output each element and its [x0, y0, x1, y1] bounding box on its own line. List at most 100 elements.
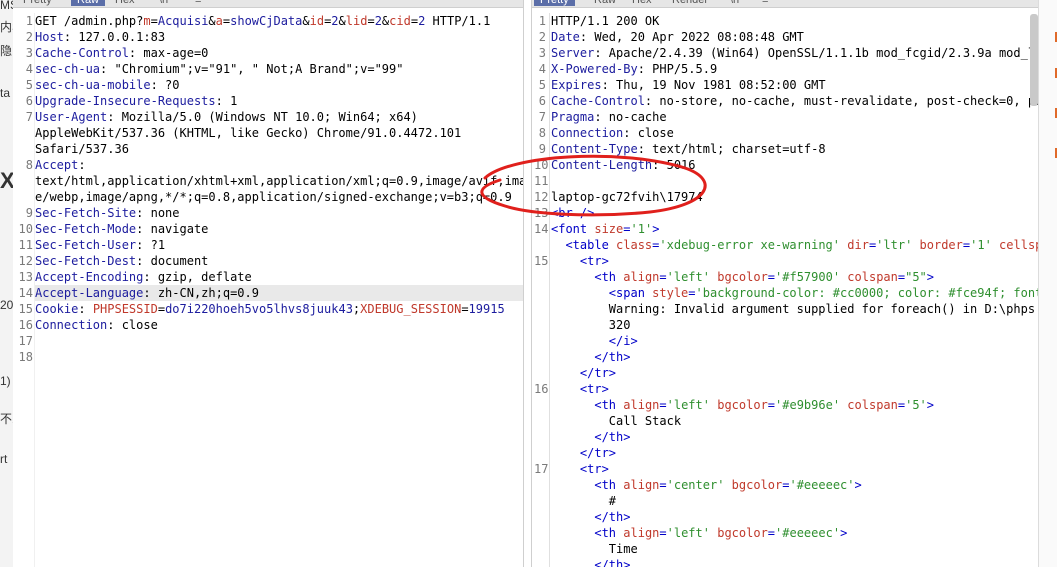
code-token: Accept — [35, 158, 79, 172]
line-number: 15 — [18, 302, 33, 316]
code-token: GET /admin.php? — [35, 14, 144, 28]
code-token: : Apache/2.4.39 (Win64) OpenSSL/1.1.1b m… — [594, 46, 1039, 60]
code-token: : 127.0.0.1:83 — [63, 30, 166, 44]
code-token: <tr> — [579, 382, 609, 396]
line-number: 7 — [538, 110, 546, 124]
tab-pretty[interactable]: Pretty — [17, 0, 58, 6]
code-token: 2 — [331, 14, 339, 28]
code-token: PHPSESSID — [92, 302, 158, 316]
code-token: align — [623, 398, 660, 412]
response-text[interactable]: HTTP/1.1 200 OK Date: Wed, 20 Apr 2022 08… — [551, 13, 1039, 567]
code-token: <tr> — [579, 254, 609, 268]
code-line: Server: Apache/2.4.39 (Win64) OpenSSL/1.… — [551, 45, 1039, 61]
request-text[interactable]: GET /admin.php?m=Acquisi&a=showCjData&id… — [35, 13, 523, 567]
code-token: size — [594, 222, 624, 236]
code-token: Sec-Fetch-User — [35, 238, 137, 252]
code-token: <br /> — [551, 206, 595, 220]
code-line: Cache-Control: no-store, no-cache, must-… — [551, 93, 1039, 109]
code-token: 'background-color: #cc0000; color: #fce9… — [695, 286, 1039, 300]
code-token: bgcolor — [731, 478, 783, 492]
code-token: <th — [594, 398, 624, 412]
line-number: 1 — [25, 14, 33, 28]
code-line: X-Powered-By: PHP/5.5.9 — [551, 61, 1039, 77]
code-token: Sec-Fetch-Site — [35, 206, 137, 220]
code-line: Connection: close — [35, 317, 523, 333]
gutter-separator — [549, 13, 550, 567]
tab-raw[interactable]: Raw — [71, 0, 106, 6]
code-token: </th> — [594, 350, 631, 364]
code-line: Host: 127.0.0.1:83 — [35, 29, 523, 45]
line-number: 17 — [18, 334, 33, 348]
tab-raw[interactable]: Raw — [588, 0, 622, 6]
code-token: "5" — [905, 270, 927, 284]
code-token: </tr> — [579, 366, 617, 380]
tab-hex[interactable]: Hex — [626, 0, 658, 6]
background-window-text: X — [0, 168, 14, 193]
code-line: <span style='background-color: #cc0000; … — [551, 285, 1039, 301]
line-number: 7 — [25, 110, 33, 124]
tab-hex[interactable]: Hex — [109, 0, 141, 6]
code-token: Cache-Control — [35, 46, 129, 60]
code-line: Content-Length: 5016 — [551, 157, 1039, 173]
code-token: Connection — [35, 318, 108, 332]
line-number: 6 — [538, 94, 546, 108]
code-token: '1' — [970, 238, 992, 252]
line-number: 8 — [25, 158, 33, 172]
code-line: <th align='left' bgcolor='#eeeeec'> — [551, 525, 1039, 541]
code-token: showCjData — [230, 14, 303, 28]
code-token: = — [150, 14, 158, 28]
response-viewer[interactable]: Pretty Raw Hex Render \n ≡ 1 2 3 4 5 6 7 8 9 10 11 12 13 1… — [531, 0, 1039, 567]
tab-[interactable]: ≡ — [756, 0, 774, 6]
code-token: <span — [608, 286, 653, 300]
code-token: : text/html; charset=utf-8 — [637, 142, 826, 156]
code-token: : Mozilla/5.0 (Windows NT 10.0; Win64; x… — [107, 110, 418, 124]
code-token: > — [926, 398, 935, 412]
code-token: HTTP/1.1 200 OK — [551, 14, 660, 28]
code-token: <th — [594, 526, 624, 540]
code-token: : no-cache — [594, 110, 667, 124]
line-number: 4 — [538, 62, 546, 76]
code-line: </th> — [551, 509, 1039, 525]
line-number: 10 — [534, 158, 549, 172]
code-token: border — [919, 238, 963, 252]
code-token: > — [926, 270, 935, 284]
code-token: XDEBUG_SESSION — [360, 302, 462, 316]
request-editor[interactable]: Pretty Raw Hex \n ≡ 1 2 3 4 5 6 7 8 9 10 11 12 13 14 15 16 1… — [13, 0, 524, 567]
response-scrollbar-thumb[interactable] — [1030, 14, 1038, 106]
background-window-text: 内S — [0, 20, 13, 34]
code-token: = — [767, 398, 776, 412]
code-line: sec-ch-ua: "Chromium";v="91", " Not;A Br… — [35, 61, 523, 77]
code-token: a — [215, 14, 223, 28]
code-token: <th — [594, 478, 624, 492]
code-token: '5' — [905, 398, 927, 412]
line-number: 6 — [25, 94, 33, 108]
line-number: 2 — [25, 30, 33, 44]
tab-pretty[interactable]: Pretty — [534, 0, 575, 6]
code-line: <th align='left' bgcolor='#e9b96e' colsp… — [551, 397, 1039, 413]
tab-[interactable]: ≡ — [189, 0, 207, 6]
code-token: Date — [551, 30, 580, 44]
code-token: : 1 — [215, 94, 238, 108]
code-token: : Wed, 20 Apr 2022 08:08:48 GMT — [579, 30, 804, 44]
code-token: Host — [35, 30, 64, 44]
code-token: = — [688, 286, 696, 300]
code-token: = — [659, 398, 667, 412]
tab-n[interactable]: \n — [724, 0, 745, 6]
background-window-text: ta — [0, 86, 11, 100]
tab-n[interactable]: \n — [153, 0, 174, 6]
code-token: = — [659, 270, 667, 284]
code-token: HTTP/1.1 — [425, 14, 491, 28]
tab-render[interactable]: Render — [666, 0, 714, 6]
code-token: > — [854, 478, 862, 492]
line-number: 13 — [18, 270, 33, 284]
code-token: sec-ch-ua — [35, 62, 101, 76]
line-number: 5 — [25, 78, 33, 92]
code-token: & — [208, 14, 216, 28]
code-token: = — [461, 302, 469, 316]
code-token: : ?1 — [136, 238, 166, 252]
